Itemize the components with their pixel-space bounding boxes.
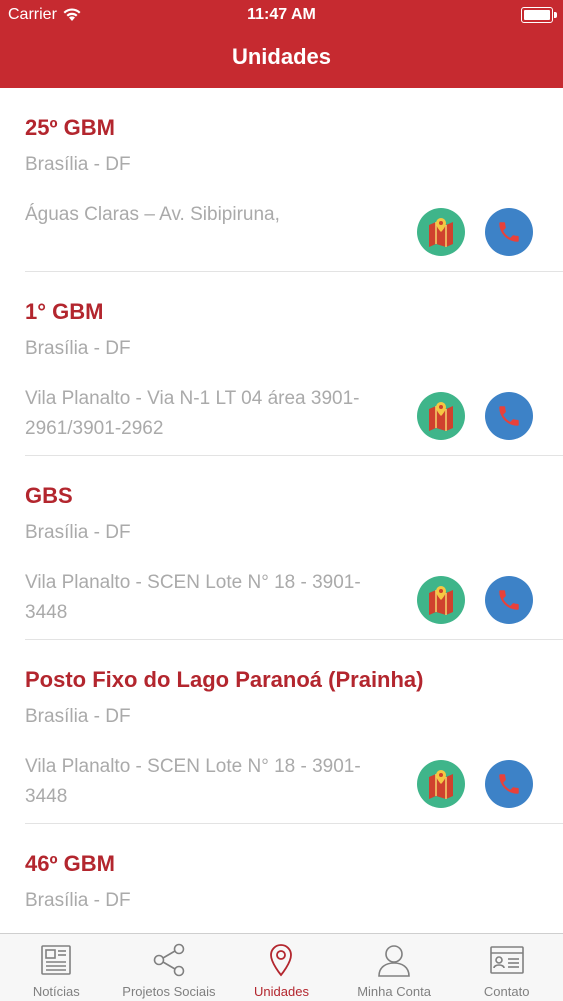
unit-address: Vila Planalto - Via N-1 LT 04 área 3901-…: [25, 388, 360, 439]
call-button[interactable]: [485, 208, 533, 256]
phone-icon: [499, 222, 519, 242]
phone-icon: [499, 774, 519, 794]
map-button[interactable]: [417, 576, 465, 624]
call-button[interactable]: [485, 760, 533, 808]
unit-city: Brasília - DF: [25, 706, 131, 727]
tab-label: Contato: [483, 984, 530, 999]
tab-contato[interactable]: Contato: [450, 934, 563, 1001]
tab-unidades[interactable]: Unidades: [225, 934, 338, 1001]
unit-name: 1° GBM: [25, 299, 104, 324]
unit-item[interactable]: 46º GBM Brasília - DF: [25, 824, 563, 933]
status-bar: Carrier 11:47 AM: [0, 0, 563, 30]
unit-address: Vila Planalto - SCEN Lote N° 18 - 3901-3…: [25, 572, 361, 623]
tab-minha-conta[interactable]: Minha Conta: [338, 934, 451, 1001]
call-button[interactable]: [485, 392, 533, 440]
unit-address: Vila Planalto - SCEN Lote N° 18 - 3901-3…: [25, 756, 361, 807]
map-button[interactable]: [417, 760, 465, 808]
page-title: Unidades: [231, 44, 332, 69]
call-button[interactable]: [485, 576, 533, 624]
unit-city: Brasília - DF: [25, 338, 131, 359]
contact-card-icon: [489, 946, 524, 974]
tab-label: Projetos Sociais: [122, 984, 216, 999]
unit-city: Brasília - DF: [25, 522, 131, 543]
newspaper-icon: [41, 945, 72, 975]
status-time: 11:47 AM: [247, 6, 316, 23]
map-icon: [429, 586, 453, 615]
header: Carrier 11:47 AM Unidades: [0, 0, 563, 88]
tab-bar: Notícias Projetos Sociais Unidades Minha…: [0, 933, 563, 1001]
tab-projetos-sociais[interactable]: Projetos Sociais: [113, 934, 226, 1001]
map-button[interactable]: [417, 392, 465, 440]
unit-item[interactable]: GBS Brasília - DF Vila Planalto - SCEN L…: [25, 456, 563, 640]
tab-noticias[interactable]: Notícias: [0, 934, 113, 1001]
unit-name: GBS: [25, 483, 73, 508]
map-icon: [429, 770, 453, 799]
unit-item[interactable]: 25º GBM Brasília - DF Águas Claras – Av.…: [25, 88, 563, 272]
user-icon: [378, 945, 410, 977]
map-button[interactable]: [417, 208, 465, 256]
map-pin-icon: [270, 944, 293, 977]
tab-label: Unidades: [254, 984, 309, 999]
battery-icon: [521, 7, 557, 23]
units-list[interactable]: 25º GBM Brasília - DF Águas Claras – Av.…: [0, 88, 563, 933]
unit-name: 25º GBM: [25, 115, 115, 140]
unit-item[interactable]: Posto Fixo do Lago Paranoá (Prainha) Bra…: [25, 640, 563, 824]
phone-icon: [499, 406, 519, 426]
unit-city: Brasília - DF: [25, 154, 131, 175]
unit-item[interactable]: 1° GBM Brasília - DF Vila Planalto - Via…: [25, 272, 563, 456]
tab-label: Notícias: [32, 984, 80, 999]
map-icon: [429, 218, 453, 247]
unit-name: 46º GBM: [25, 851, 115, 876]
share-icon: [153, 943, 185, 977]
unit-address: Águas Claras – Av. Sibipiruna,: [25, 204, 280, 225]
tab-label: Minha Conta: [357, 984, 431, 999]
map-icon: [429, 402, 453, 431]
phone-icon: [499, 590, 519, 610]
unit-city: Brasília - DF: [25, 890, 131, 911]
unit-name: Posto Fixo do Lago Paranoá (Prainha): [25, 667, 424, 692]
